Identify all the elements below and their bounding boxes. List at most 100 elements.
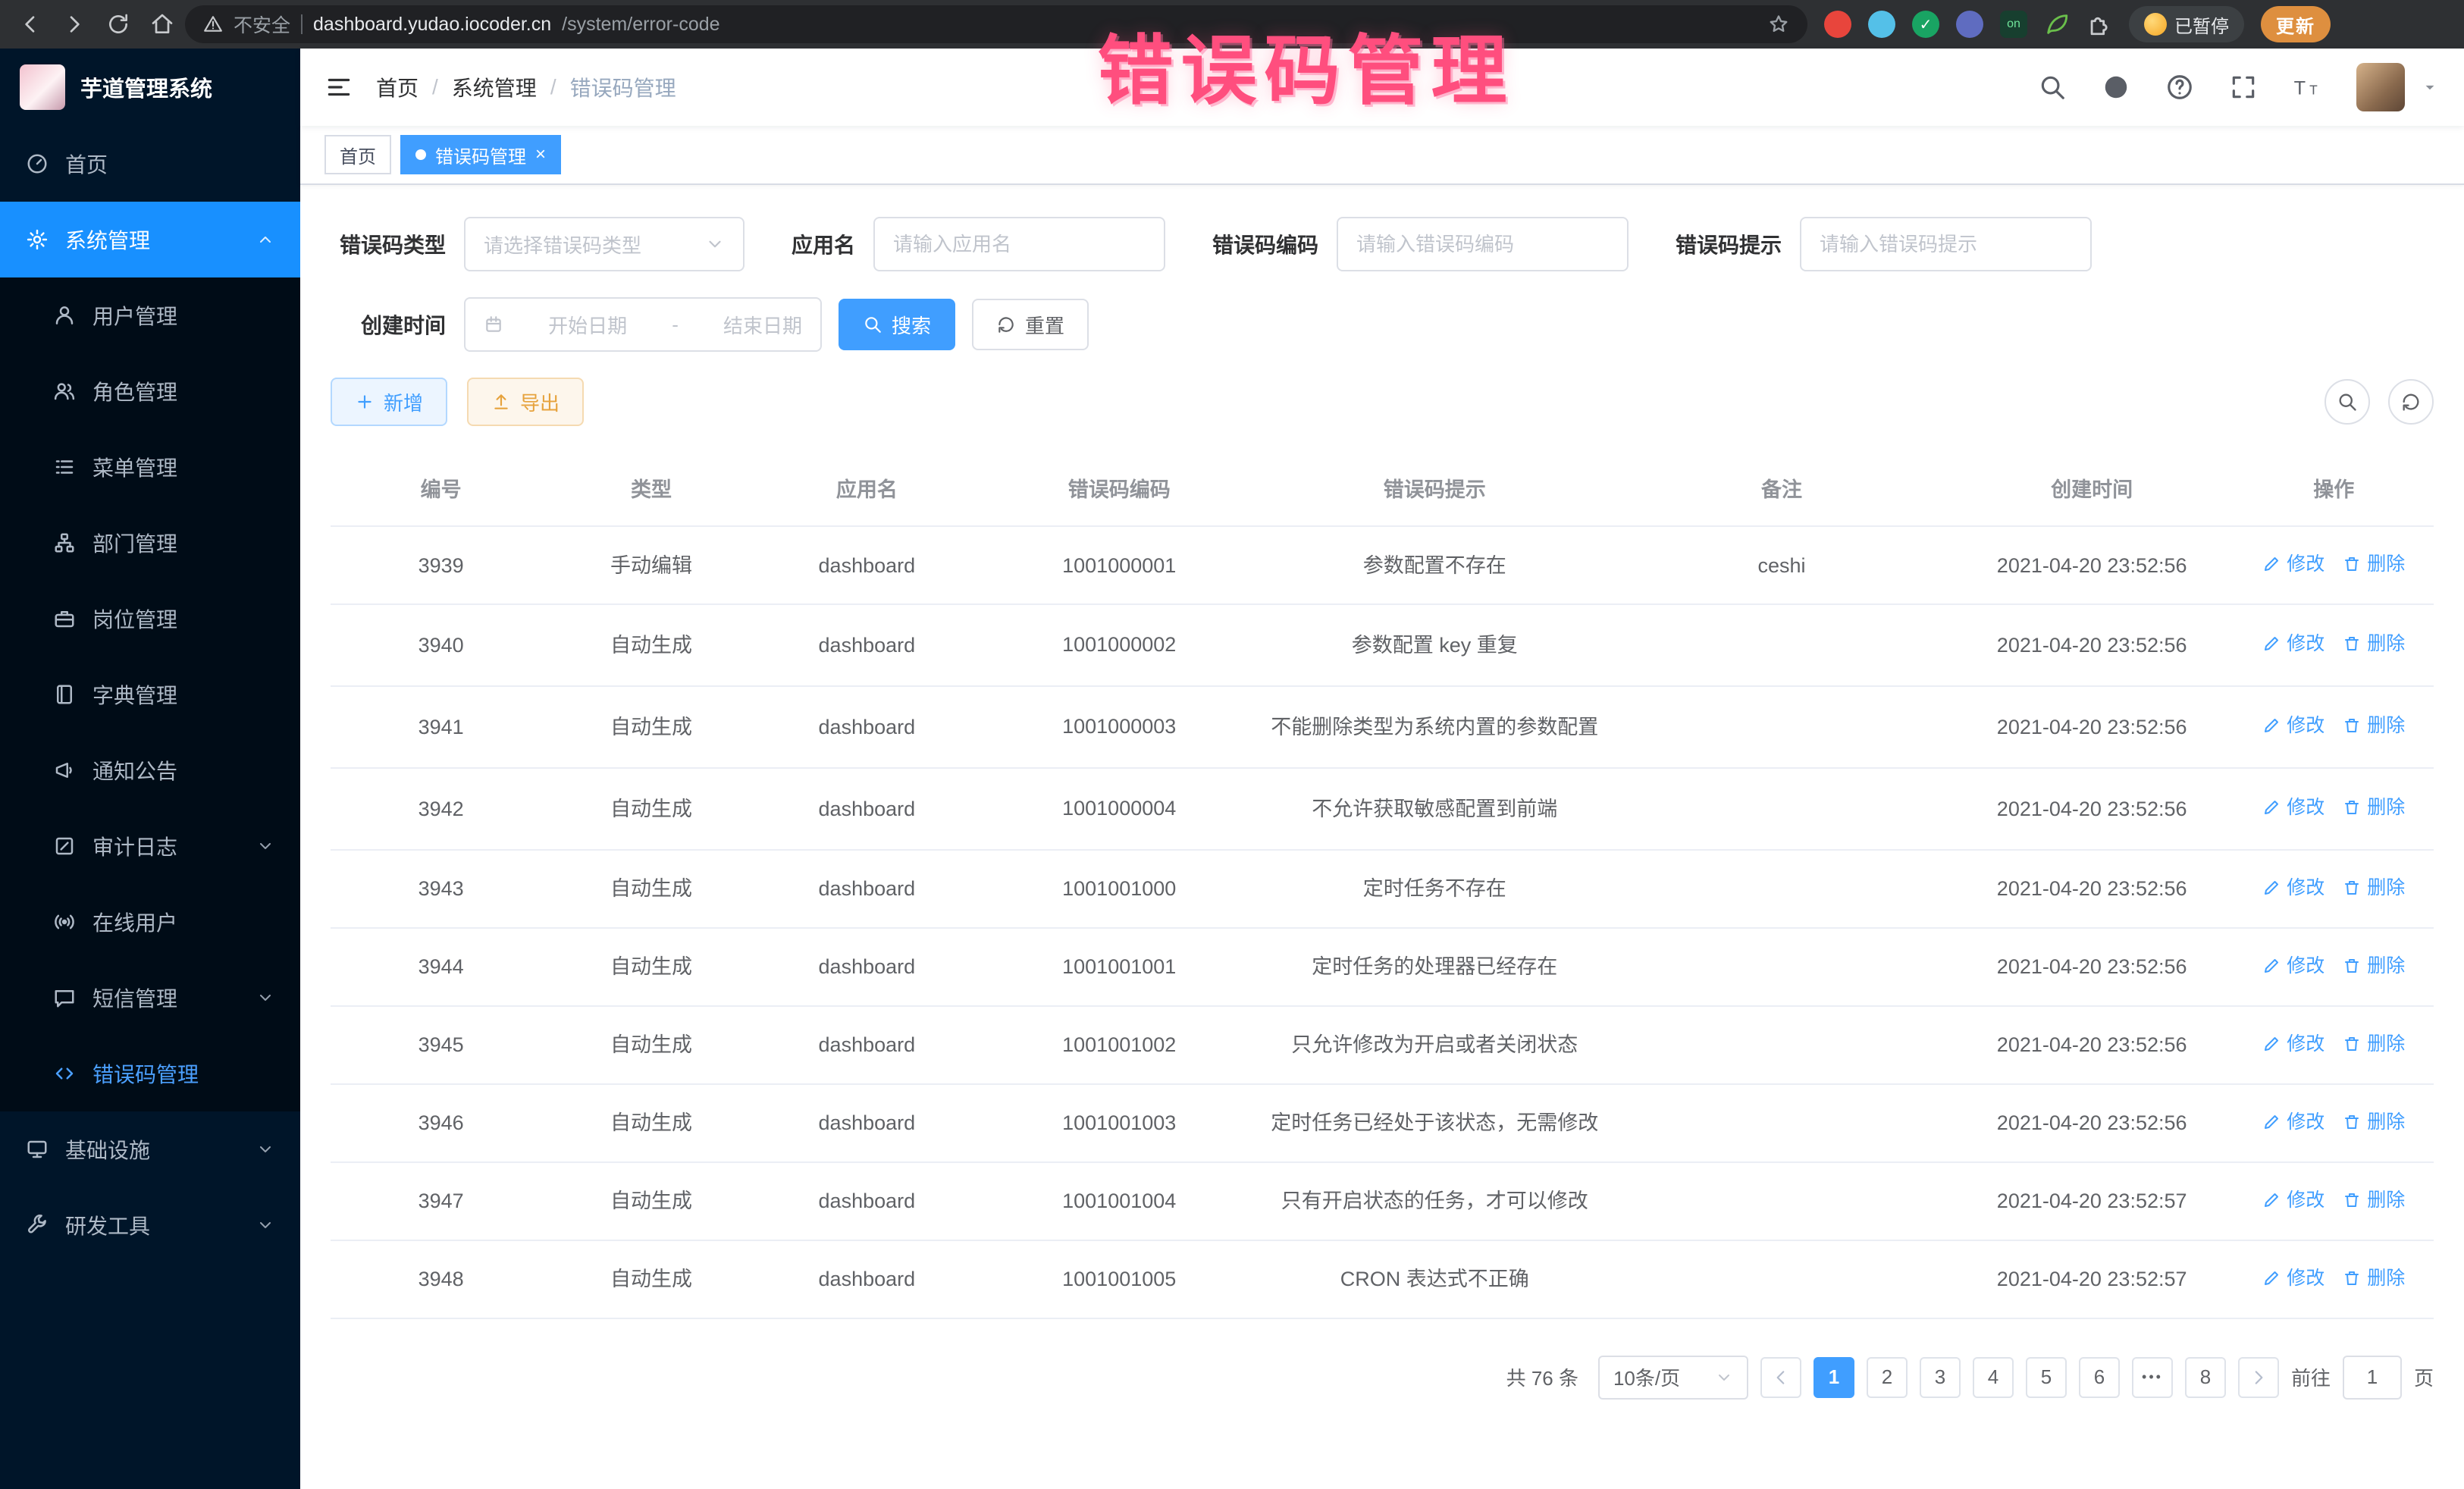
delete-link[interactable]: 删除 bbox=[2343, 551, 2405, 577]
export-button[interactable]: 导出 bbox=[467, 378, 584, 426]
question-icon[interactable] bbox=[2165, 73, 2194, 102]
leaf-icon[interactable] bbox=[2044, 11, 2070, 37]
page-button-3[interactable]: 3 bbox=[1920, 1357, 1961, 1398]
date-range-picker[interactable]: 开始日期 - 结束日期 bbox=[464, 297, 822, 352]
page-size-select[interactable]: 10条/页 bbox=[1598, 1356, 1748, 1400]
page-button-5[interactable]: 5 bbox=[2026, 1357, 2067, 1398]
close-tab-icon[interactable]: × bbox=[535, 146, 546, 164]
edit-link[interactable]: 修改 bbox=[2262, 1109, 2324, 1135]
page-button-4[interactable]: 4 bbox=[1973, 1357, 2014, 1398]
home-icon[interactable] bbox=[150, 12, 174, 36]
puzzle-icon[interactable] bbox=[2086, 11, 2112, 37]
cell-remark bbox=[1613, 604, 1950, 686]
github-icon[interactable] bbox=[2102, 73, 2130, 102]
search-icon[interactable] bbox=[2038, 73, 2067, 102]
extension-icon[interactable] bbox=[1956, 11, 1983, 38]
edit-link[interactable]: 修改 bbox=[2262, 1031, 2324, 1057]
goto-page-input[interactable] bbox=[2343, 1356, 2402, 1400]
code-input[interactable] bbox=[1356, 233, 1609, 256]
browser-update-button[interactable]: 更新 bbox=[2261, 6, 2331, 42]
page-button-8[interactable]: 8 bbox=[2185, 1357, 2226, 1398]
hamburger-icon[interactable] bbox=[324, 73, 353, 102]
fullscreen-icon[interactable] bbox=[2229, 73, 2258, 102]
edit-icon bbox=[2262, 635, 2281, 653]
cell-create-time: 2021-04-20 23:52:57 bbox=[1950, 1240, 2234, 1318]
sidebar-item-notice[interactable]: 通知公告 bbox=[0, 732, 300, 808]
page-button-2[interactable]: 2 bbox=[1867, 1357, 1908, 1398]
next-page-button[interactable] bbox=[2238, 1357, 2279, 1398]
sidebar-item-home[interactable]: 首页 bbox=[0, 126, 300, 202]
page-button-6[interactable]: 6 bbox=[2079, 1357, 2120, 1398]
extension-icon[interactable]: on bbox=[2000, 11, 2027, 38]
delete-link[interactable]: 删除 bbox=[2343, 631, 2405, 657]
edit-link[interactable]: 修改 bbox=[2262, 953, 2324, 979]
cell-id: 3939 bbox=[331, 526, 551, 604]
app-logo[interactable]: 芋道管理系统 bbox=[0, 49, 300, 126]
edit-link[interactable]: 修改 bbox=[2262, 631, 2324, 657]
edit-link[interactable]: 修改 bbox=[2262, 795, 2324, 820]
edit-link[interactable]: 修改 bbox=[2262, 1265, 2324, 1291]
fontsize-icon[interactable]: TT bbox=[2293, 73, 2321, 102]
sidebar-item-infra[interactable]: 基础设施 bbox=[0, 1111, 300, 1187]
breadcrumb-system[interactable]: 系统管理 bbox=[452, 72, 537, 102]
delete-icon bbox=[2343, 716, 2361, 735]
sidebar-item-online[interactable]: 在线用户 bbox=[0, 884, 300, 960]
star-icon[interactable] bbox=[1768, 14, 1789, 35]
reset-button[interactable]: 重置 bbox=[972, 299, 1089, 350]
prev-page-button[interactable] bbox=[1760, 1357, 1801, 1398]
delete-link[interactable]: 删除 bbox=[2343, 875, 2405, 901]
sidebar-item-post[interactable]: 岗位管理 bbox=[0, 581, 300, 657]
message-input[interactable] bbox=[1820, 233, 2072, 256]
tab-error-code[interactable]: 错误码管理 × bbox=[400, 135, 561, 174]
edit-link[interactable]: 修改 bbox=[2262, 875, 2324, 901]
arrow-left-icon[interactable] bbox=[18, 12, 42, 36]
delete-link[interactable]: 删除 bbox=[2343, 1265, 2405, 1291]
sidebar-item-label: 用户管理 bbox=[92, 300, 177, 331]
cell-id: 3946 bbox=[331, 1084, 551, 1162]
address-bar[interactable]: 不安全 dashboard.yudao.iocoder.cn/system/er… bbox=[185, 5, 1807, 43]
delete-link[interactable]: 删除 bbox=[2343, 953, 2405, 979]
extension-icon[interactable] bbox=[1868, 11, 1895, 38]
sidebar-item-menu[interactable]: 菜单管理 bbox=[0, 429, 300, 505]
refresh-table-button[interactable] bbox=[2388, 379, 2434, 425]
toggle-search-button[interactable] bbox=[2324, 379, 2370, 425]
search-button[interactable]: 搜索 bbox=[839, 299, 955, 350]
tab-home[interactable]: 首页 bbox=[324, 135, 391, 174]
profile-paused-badge[interactable]: 已暂停 bbox=[2129, 6, 2244, 42]
delete-link[interactable]: 删除 bbox=[2343, 1109, 2405, 1135]
edit-link[interactable]: 修改 bbox=[2262, 551, 2324, 577]
breadcrumb-current: 错误码管理 bbox=[570, 72, 676, 102]
cell-remark bbox=[1613, 1240, 1950, 1318]
delete-link[interactable]: 删除 bbox=[2343, 1031, 2405, 1057]
delete-link[interactable]: 删除 bbox=[2343, 713, 2405, 738]
sidebar-item-sms[interactable]: 短信管理 bbox=[0, 960, 300, 1036]
delete-link[interactable]: 删除 bbox=[2343, 795, 2405, 820]
breadcrumb-home[interactable]: 首页 bbox=[376, 72, 419, 102]
type-select[interactable]: 请选择错误码类型 bbox=[464, 217, 745, 271]
arrow-right-icon[interactable] bbox=[62, 12, 86, 36]
user-avatar[interactable] bbox=[2356, 63, 2405, 111]
edit-link[interactable]: 修改 bbox=[2262, 1187, 2324, 1213]
page-more-button[interactable]: ••• bbox=[2132, 1357, 2173, 1398]
caret-down-icon[interactable] bbox=[2420, 77, 2440, 97]
sidebar-item-dict[interactable]: 字典管理 bbox=[0, 657, 300, 732]
sidebar-item-errorcode[interactable]: 错误码管理 bbox=[0, 1036, 300, 1111]
extension-icon[interactable] bbox=[1824, 11, 1851, 38]
message-label: 错误码提示 bbox=[1676, 229, 1782, 259]
delete-icon bbox=[2343, 957, 2361, 975]
delete-link[interactable]: 删除 bbox=[2343, 1187, 2405, 1213]
app-input[interactable] bbox=[893, 233, 1146, 256]
extension-icon[interactable]: ✓ bbox=[1912, 11, 1939, 38]
edit-link[interactable]: 修改 bbox=[2262, 713, 2324, 738]
sidebar-item-user[interactable]: 用户管理 bbox=[0, 277, 300, 353]
page-button-1[interactable]: 1 bbox=[1814, 1357, 1854, 1398]
sidebar-item-devtool[interactable]: 研发工具 bbox=[0, 1187, 300, 1263]
sidebar-item-audit[interactable]: 审计日志 bbox=[0, 808, 300, 884]
sidebar-item-role[interactable]: 角色管理 bbox=[0, 353, 300, 429]
reload-icon[interactable] bbox=[106, 12, 130, 36]
total-count: 共 76 条 bbox=[1506, 1363, 1578, 1391]
sidebar-item-label: 岗位管理 bbox=[92, 603, 177, 634]
sidebar-item-dept[interactable]: 部门管理 bbox=[0, 505, 300, 581]
sidebar-item-system[interactable]: 系统管理 bbox=[0, 202, 300, 277]
add-button[interactable]: 新增 bbox=[331, 378, 447, 426]
